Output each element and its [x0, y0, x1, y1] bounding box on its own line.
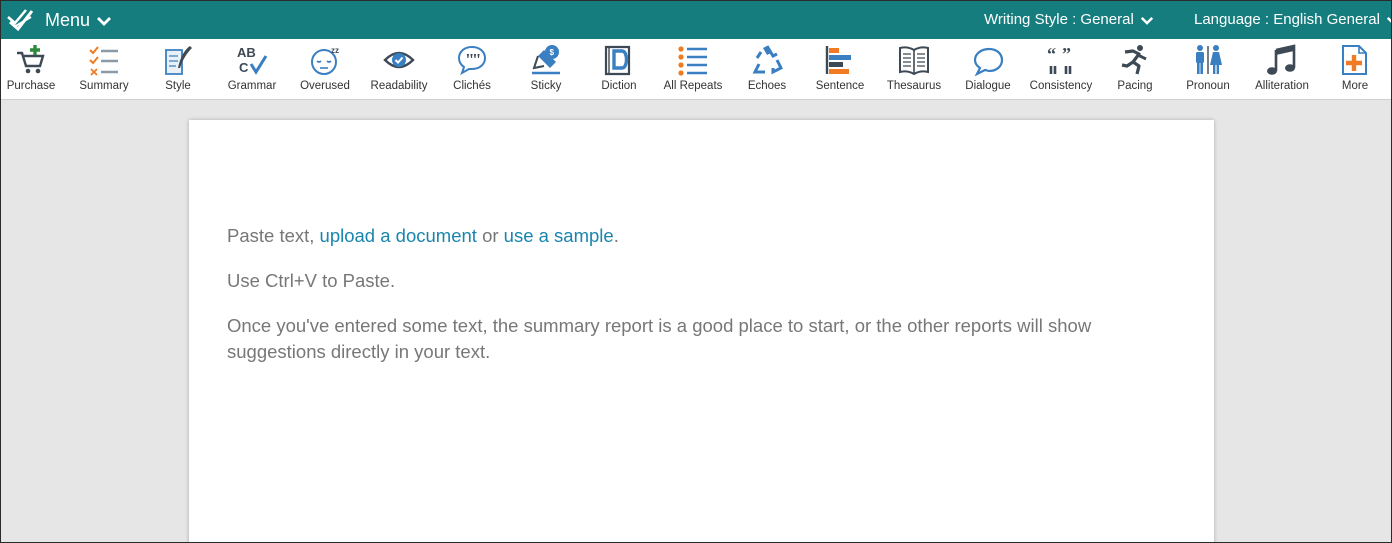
toolbar-item-echoes[interactable]: Echoes: [730, 39, 804, 99]
app-window: Menu Writing Style : General Language : …: [0, 0, 1392, 543]
speech-bubble-icon: [973, 47, 1004, 76]
toolbar-item-sentence[interactable]: Sentence: [803, 39, 877, 99]
svg-text:“: “: [1047, 44, 1056, 64]
svg-text:zz: zz: [331, 46, 339, 55]
abc-check-icon: AB C: [237, 45, 268, 75]
report-toolbar: Purchase Summary Style AB C Grammar zz O…: [1, 39, 1391, 100]
toolbar-label: Summary: [79, 80, 129, 92]
toolbar-label: Sticky: [530, 80, 562, 92]
glue-pen-icon: $: [532, 45, 560, 75]
toolbar-item-thesaurus[interactable]: Thesaurus: [877, 39, 951, 99]
toolbar-label: Readability: [370, 80, 428, 92]
cart-plus-icon: [17, 45, 45, 74]
use-sample-link[interactable]: use a sample: [504, 225, 614, 246]
toolbar-item-sticky[interactable]: $ Sticky: [509, 39, 583, 99]
toolbar-label: Style: [165, 80, 191, 92]
toolbar-label: Pronoun: [1186, 80, 1230, 92]
toolbar-item-overused[interactable]: zz Overused: [288, 39, 362, 99]
toolbar-item-readability[interactable]: Readability: [362, 39, 436, 99]
toolbar-label: Dialogue: [965, 80, 1011, 92]
add-page-icon: [1342, 45, 1367, 75]
toolbar-item-cliches[interactable]: " " Clichés: [435, 39, 509, 99]
music-note-icon: [1267, 44, 1296, 75]
toolbar-label: Diction: [601, 80, 637, 92]
toolbar-label: All Repeats: [663, 80, 723, 92]
writing-style-label: Writing Style : General: [984, 11, 1134, 28]
language-label: Language : English General: [1194, 11, 1380, 28]
period-text: .: [613, 225, 619, 246]
svg-text:”: ”: [1062, 44, 1071, 64]
toolbar-item-more[interactable]: More: [1318, 39, 1391, 99]
sleepy-face-icon: zz: [311, 46, 339, 75]
toolbar-label: Grammar: [227, 80, 277, 92]
editor-document[interactable]: Paste text, upload a document or use a s…: [189, 120, 1214, 542]
toolbar-item-purchase[interactable]: Purchase: [1, 39, 68, 99]
man-woman-icon: [1196, 45, 1222, 74]
quote-bubble-icon: " ": [457, 45, 487, 76]
svg-text:C: C: [239, 60, 249, 75]
toolbar-label: More: [1341, 80, 1369, 92]
writing-style-dropdown[interactable]: Writing Style : General: [984, 1, 1154, 39]
svg-text:AB: AB: [237, 45, 256, 60]
quill-page-icon: [165, 46, 192, 75]
paste-shortcut-hint: Use Ctrl+V to Paste.: [227, 270, 396, 291]
paste-instructions: Paste text, upload a document or use a s…: [227, 223, 1187, 249]
toolbar-item-diction[interactable]: Diction: [582, 39, 656, 99]
toolbar-item-dialogue[interactable]: Dialogue: [951, 39, 1025, 99]
menu-button[interactable]: Menu: [45, 1, 112, 39]
list-icon: [678, 46, 707, 76]
quote-marks-icon: “ ”: [1047, 44, 1072, 74]
checklist-icon: [89, 46, 118, 76]
toolbar-item-pacing[interactable]: Pacing: [1098, 39, 1172, 99]
eye-icon: [383, 51, 415, 69]
language-dropdown[interactable]: Language : English General: [1194, 1, 1391, 39]
toolbar-item-alliteration[interactable]: Alliteration: [1245, 39, 1319, 99]
or-text: or: [482, 225, 499, 246]
runner-icon: [1121, 45, 1147, 75]
recycle-icon: [752, 45, 783, 75]
toolbar-item-style[interactable]: Style: [141, 39, 215, 99]
toolbar-label: Purchase: [6, 80, 56, 92]
paste-text-prefix: Paste text,: [227, 225, 315, 246]
app-logo-icon: [7, 9, 34, 32]
open-book-icon: [899, 46, 929, 76]
toolbar-label: Consistency: [1029, 80, 1093, 92]
svg-text:$: $: [550, 48, 555, 57]
top-bar: Menu Writing Style : General Language : …: [1, 1, 1391, 39]
dictionary-book-icon: [604, 45, 631, 76]
toolbar-item-consistency[interactable]: “ ” Consistency: [1024, 39, 1098, 99]
menu-label: Menu: [45, 10, 91, 30]
toolbar-label: Thesaurus: [886, 80, 942, 92]
toolbar-label: Echoes: [747, 80, 787, 92]
toolbar-item-pronoun[interactable]: Pronoun: [1171, 39, 1245, 99]
chevron-down-icon: [1140, 16, 1153, 25]
toolbar-item-summary[interactable]: Summary: [67, 39, 141, 99]
upload-document-link[interactable]: upload a document: [320, 225, 477, 246]
chevron-down-icon: [97, 17, 112, 27]
summary-hint: Once you've entered some text, the summa…: [227, 315, 1092, 362]
toolbar-label: Sentence: [815, 80, 865, 92]
chevron-down-icon: [1386, 16, 1391, 23]
toolbar-label: Clichés: [453, 80, 491, 92]
toolbar-label: Overused: [300, 80, 350, 92]
toolbar-label: Alliteration: [1255, 80, 1309, 92]
svg-text:": ": [472, 50, 481, 69]
bar-lines-icon: [825, 46, 851, 74]
toolbar-label: Pacing: [1117, 80, 1153, 92]
toolbar-item-all-repeats[interactable]: All Repeats: [656, 39, 730, 99]
toolbar-item-grammar[interactable]: AB C Grammar: [215, 39, 289, 99]
